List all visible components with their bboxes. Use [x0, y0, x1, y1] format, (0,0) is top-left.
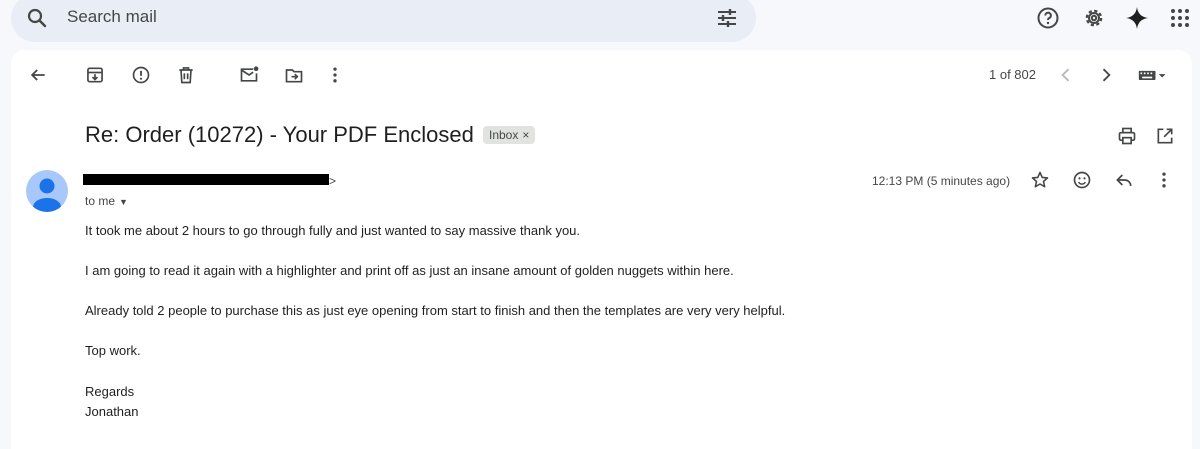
archive-icon[interactable]: [85, 65, 105, 85]
settings-icon[interactable]: [1082, 6, 1106, 30]
apps-icon[interactable]: [1168, 6, 1192, 30]
mark-unread-icon[interactable]: [239, 65, 259, 85]
back-icon[interactable]: [28, 65, 48, 85]
inbox-label-chip[interactable]: Inbox ×: [483, 126, 536, 144]
sender-email-tail: >: [329, 174, 337, 188]
avatar[interactable]: [26, 170, 68, 212]
report-spam-icon[interactable]: [131, 65, 151, 85]
more-vert-icon[interactable]: [325, 65, 345, 85]
avatar-figure-icon: [33, 178, 61, 212]
chevron-left-icon[interactable]: [1056, 65, 1076, 85]
body-paragraph: Already told 2 people to purchase this a…: [85, 303, 786, 318]
remove-label-icon[interactable]: ×: [522, 128, 529, 142]
timestamp: 12:13 PM (5 minutes ago): [872, 174, 1011, 188]
star-icon[interactable]: [1030, 170, 1050, 190]
chip-label: Inbox: [489, 128, 519, 142]
search-input[interactable]: Search mail: [67, 7, 157, 27]
body-paragraph: Top work.: [85, 343, 141, 358]
body-paragraph: I am going to read it again with a highl…: [85, 263, 734, 278]
gmail-window: Search mail 1 of 802 Re: Order (10272) -…: [0, 0, 1200, 449]
keyboard-icon[interactable]: [1135, 65, 1171, 85]
message-more-vert-icon[interactable]: [1154, 170, 1174, 190]
body-paragraph: Regards: [85, 384, 135, 399]
recipient-details[interactable]: to me ▼: [85, 194, 128, 208]
help-icon[interactable]: [1036, 6, 1060, 30]
recipient-label: to me: [85, 194, 116, 208]
pagination-label: 1 of 802: [989, 67, 1036, 82]
gemini-icon[interactable]: [1125, 6, 1149, 30]
print-icon[interactable]: [1117, 126, 1137, 146]
move-to-icon[interactable]: [284, 65, 304, 85]
email-subject: Re: Order (10272) - Your PDF Enclosed: [85, 122, 474, 147]
open-new-window-icon[interactable]: [1155, 126, 1175, 146]
message-view: 1 of 802 Re: Order (10272) - Your PDF En…: [11, 50, 1192, 449]
caret-down-icon[interactable]: ▼: [119, 197, 128, 207]
redacted-sender: [83, 174, 329, 185]
search-icon[interactable]: [25, 6, 49, 30]
body-paragraph: It took me about 2 hours to go through f…: [85, 223, 581, 238]
reply-icon[interactable]: [1114, 170, 1134, 190]
search-bar[interactable]: Search mail: [11, 0, 756, 42]
tune-icon[interactable]: [715, 6, 739, 30]
emoji-icon[interactable]: [1072, 170, 1092, 190]
chevron-right-icon[interactable]: [1096, 65, 1116, 85]
body-paragraph: Jonathan: [85, 404, 139, 419]
delete-icon[interactable]: [176, 65, 196, 85]
